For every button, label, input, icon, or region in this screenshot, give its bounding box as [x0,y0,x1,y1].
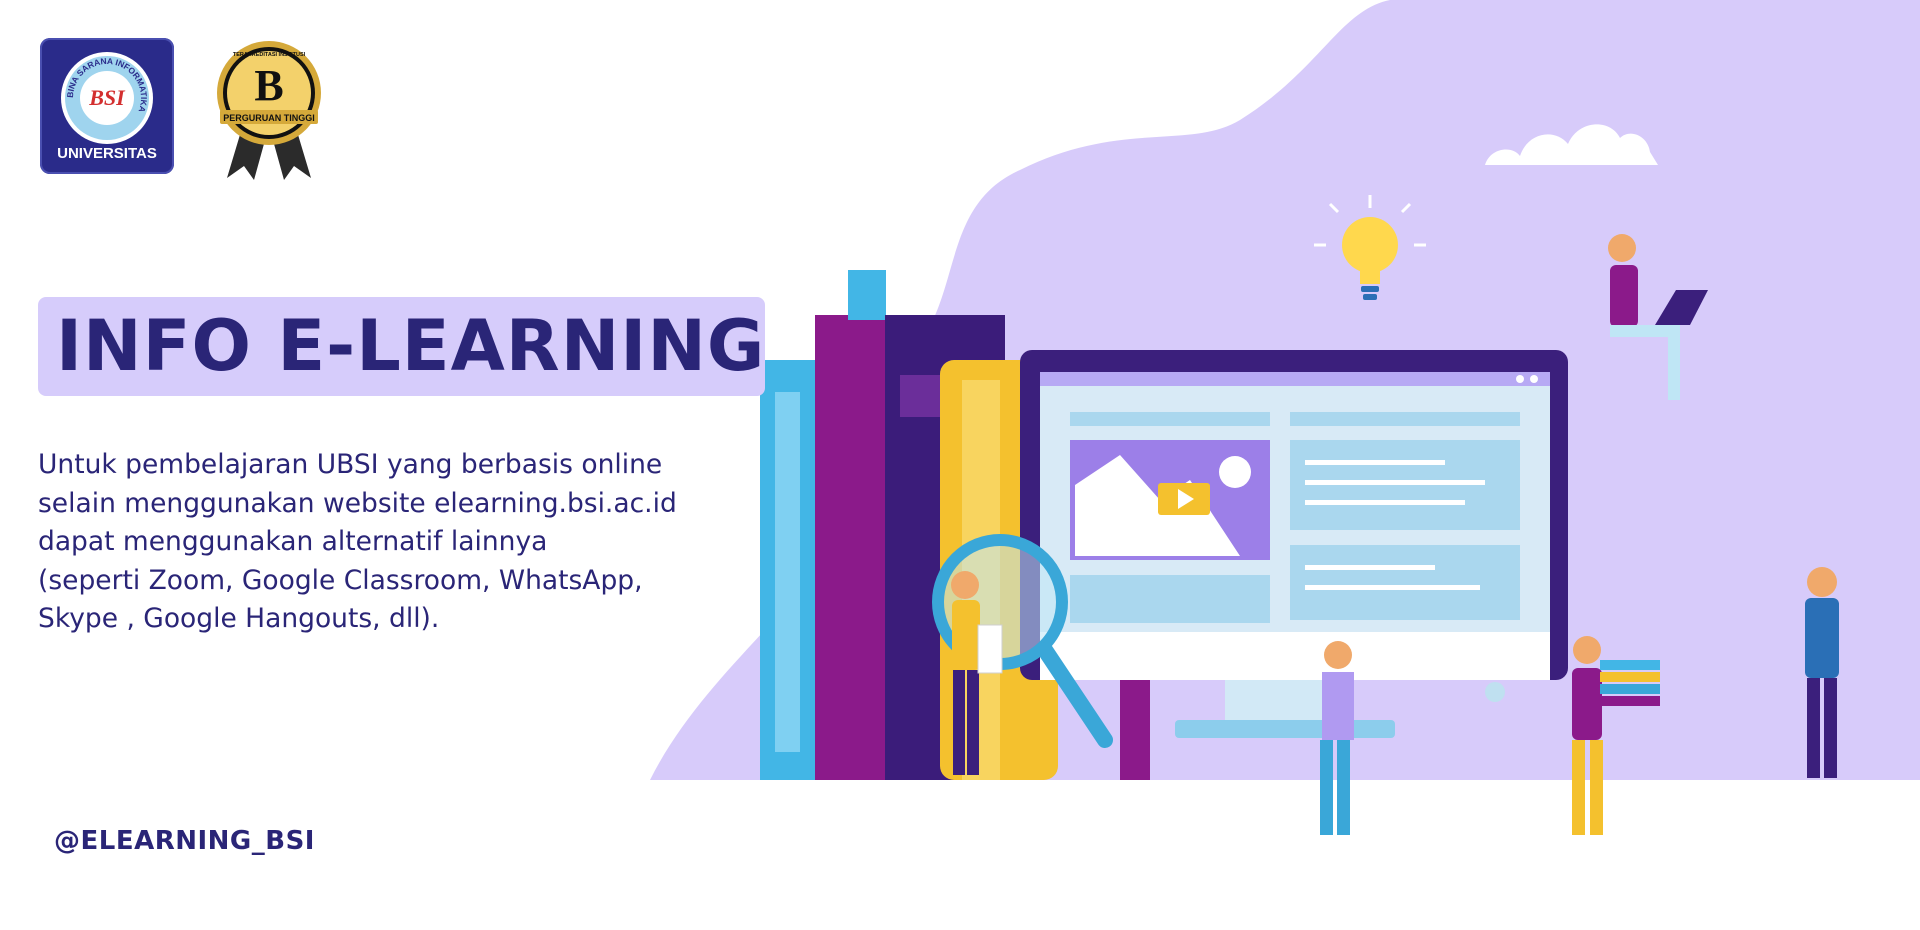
accreditation-label: PERGURUAN TINGGI [223,113,315,123]
university-logo: BINA SARANA INFORMATIKA BSI UNIVERSITAS [40,38,174,174]
elearning-illustration [650,0,1920,835]
elearning-banner: BINA SARANA INFORMATIKA BSI UNIVERSITAS … [0,0,1920,930]
accreditation-top-text: TERAKREDITASI INSTITUSI [233,52,306,58]
social-handle: @ELEARNING_BSI [54,826,315,856]
description-line: selain menggunakan website elearning.bsi… [38,487,677,519]
description-line: Untuk pembelajaran UBSI yang berbasis on… [38,449,663,480]
play-icon [1158,483,1210,515]
monitor-icon [1020,350,1568,738]
description: Untuk pembelajaran UBSI yang berbasis on… [38,446,798,639]
description-line: dapat menggunakan alternatif lainnya [38,526,548,557]
university-label: UNIVERSITAS [57,145,157,162]
ribbon-badge-icon: TERAKREDITASI INSTITUSI B PERGURUAN TING… [217,41,321,180]
accreditation-badge: TERAKREDITASI INSTITUSI B PERGURUAN TING… [212,38,326,182]
description-line: (seperti Zoom, Google Classroom, WhatsAp… [38,564,643,596]
title-highlight: INFO E-LEARNING [38,297,765,396]
description-line: Skype , Google Hangouts, dll). [38,603,440,634]
university-mark: BSI [88,85,126,110]
accreditation-grade: B [254,61,283,110]
page-title: INFO E-LEARNING [56,305,766,387]
